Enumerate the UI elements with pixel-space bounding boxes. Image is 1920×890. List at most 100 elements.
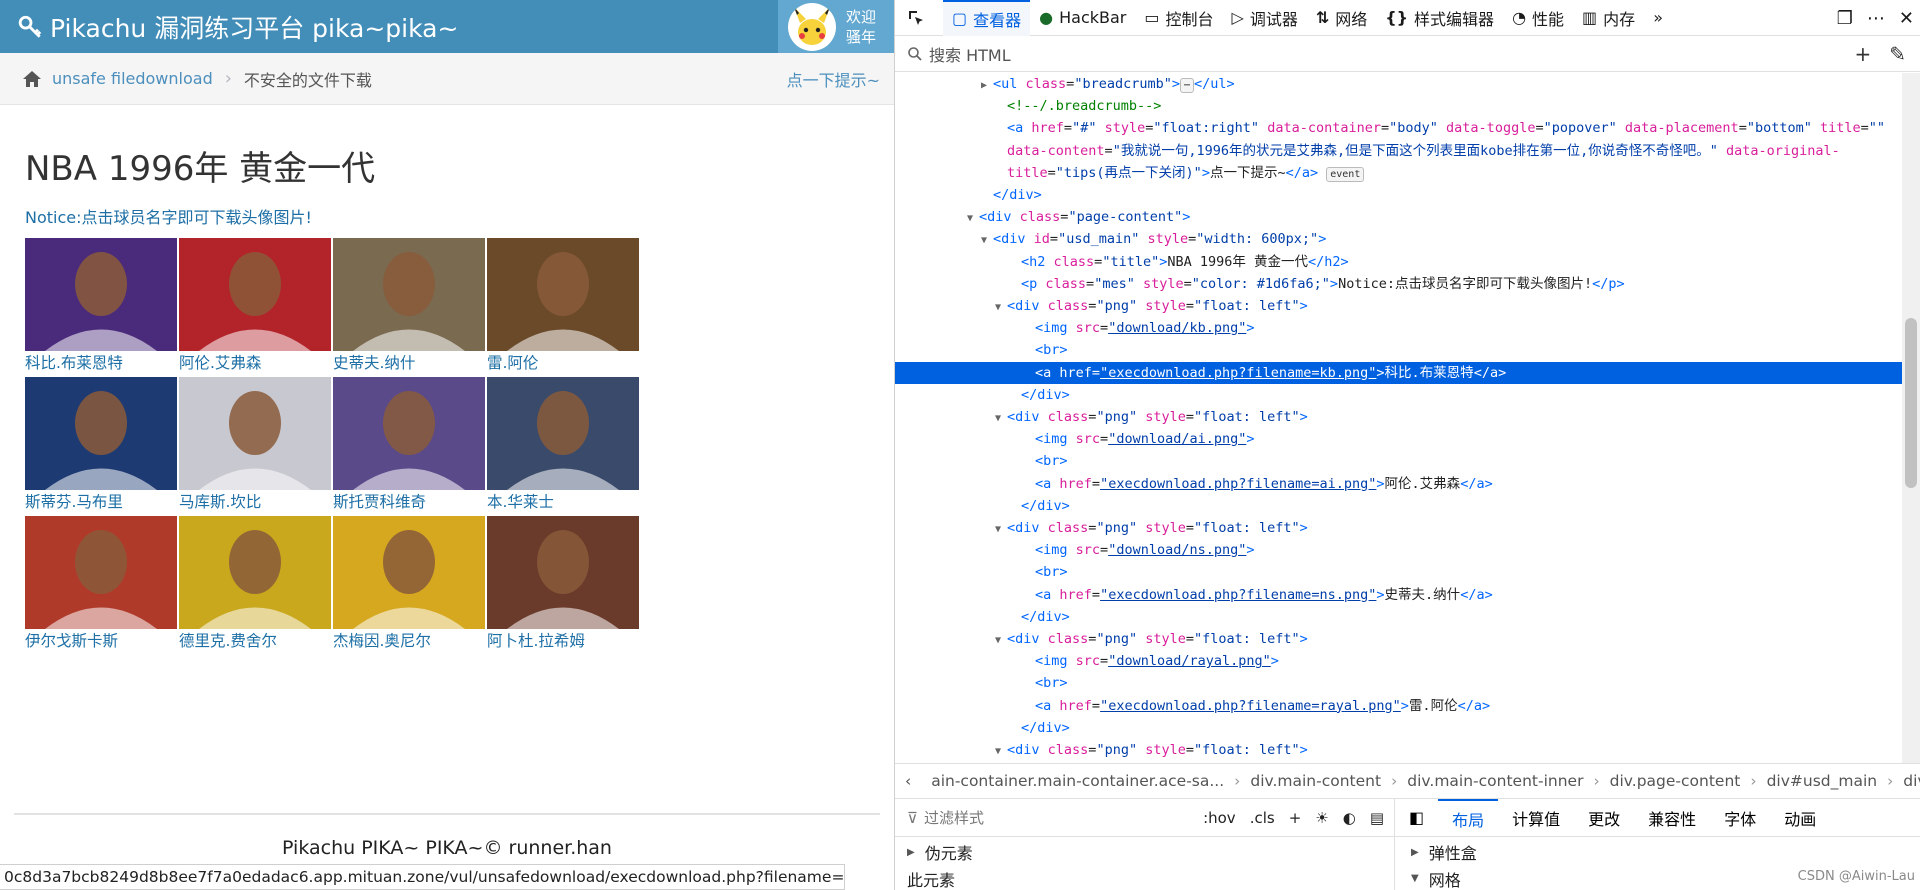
dock-icon[interactable]: ❐	[1837, 8, 1853, 29]
html-tree-node[interactable]: ▶ <ul class="breadcrumb"> ⋯ </ul>	[895, 73, 1903, 95]
style-filter[interactable]: ⊽ 过滤样式 :hov .cls + ☀ ◐ ▤	[895, 799, 1394, 837]
html-tree-node[interactable]: </div>	[895, 606, 1903, 628]
html-tree-node[interactable]: <a href="execdownload.php?filename=kb.pn…	[895, 361, 1903, 384]
expanded-triangle-icon[interactable]: ▼	[995, 519, 1007, 541]
tree-scrollbar[interactable]	[1902, 73, 1920, 763]
layout-tab[interactable]: 字体	[1710, 799, 1770, 837]
player-download-link[interactable]: 马库斯.坎比	[179, 490, 333, 515]
html-tree-node[interactable]: <br>	[895, 672, 1903, 694]
html-tree-node[interactable]: data-content="我就说一句,1996年的状元是艾弗森,但是下面这个列…	[895, 140, 1903, 162]
html-tree-node[interactable]: <img src="download/kb.png">	[895, 317, 1903, 339]
sidebar-toggle-icon[interactable]: ◧	[1395, 799, 1438, 837]
expanded-triangle-icon[interactable]: ▼	[995, 297, 1007, 319]
html-tree-node[interactable]: <h2 class="title">NBA 1996年 黄金一代</h2>	[895, 251, 1903, 273]
html-tree-node[interactable]: <img src="download/ai.png">	[895, 428, 1903, 450]
devtools-tab[interactable]: ● HackBar	[1030, 0, 1135, 36]
scrollbar-thumb[interactable]	[1905, 318, 1917, 488]
devtools-tab[interactable]: ◔ 性能	[1503, 0, 1573, 36]
player-download-link[interactable]: 雷.阿伦	[487, 351, 641, 376]
search-input[interactable]: 搜索 HTML	[929, 42, 1011, 66]
flexbox-row[interactable]: ▶ 弹性盒	[1395, 837, 1920, 867]
player-download-link[interactable]: 科比.布莱恩特	[25, 351, 179, 376]
player-download-link[interactable]: 杰梅因.奥尼尔	[333, 629, 487, 654]
collapsed-triangle-icon[interactable]: ▶	[981, 75, 993, 97]
this-element-row[interactable]: 此元素	[895, 867, 1394, 890]
devtools-tab[interactable]: ▭ 控制台	[1135, 0, 1222, 36]
html-tree-node[interactable]: title="tips(再点一下关闭)">点一下提示~</a> event	[895, 162, 1903, 184]
breadcrumb-link-unsafe-filedownload[interactable]: unsafe filedownload	[52, 69, 213, 88]
node-crumb[interactable]: ain-container.main-container.ace-sa...	[921, 772, 1234, 790]
devtools-tab[interactable]: {} 样式编辑器	[1376, 0, 1503, 36]
home-icon[interactable]	[22, 70, 42, 88]
eyedropper-icon[interactable]: ✎	[1889, 42, 1906, 66]
node-crumb[interactable]: div.main-content-inner	[1397, 772, 1593, 790]
add-rule-icon[interactable]: +	[1289, 809, 1302, 827]
expanded-triangle-icon[interactable]: ▼	[967, 208, 979, 230]
html-tree-node[interactable]: </div>	[895, 184, 1903, 206]
html-tree-node[interactable]: </div>	[895, 717, 1903, 739]
html-tree-node[interactable]: <a href="#" style="float:right" data-con…	[895, 117, 1903, 139]
html-tree-node[interactable]: <!--/.breadcrumb-->	[895, 95, 1903, 117]
brand[interactable]: Pikachu 漏洞练习平台 pika~pika~	[0, 9, 458, 45]
element-picker-button[interactable]	[895, 0, 943, 36]
cls-toggle[interactable]: .cls	[1250, 809, 1275, 827]
more-tabs-icon[interactable]: »	[1644, 0, 1672, 36]
expanded-triangle-icon[interactable]: ▼	[995, 741, 1007, 763]
html-tree-node[interactable]: <a href="execdownload.php?filename=ai.pn…	[895, 473, 1903, 495]
layout-tab[interactable]: 布局	[1438, 798, 1499, 837]
dark-theme-icon[interactable]: ◐	[1343, 809, 1356, 827]
html-tree-node[interactable]: ▼ <div class="png" style="float: left">	[895, 517, 1903, 539]
html-tree-node[interactable]: <br>	[895, 450, 1903, 472]
layout-tab[interactable]: 兼容性	[1634, 799, 1710, 837]
pseudo-elements-row[interactable]: ▶ 伪元素	[895, 837, 1394, 867]
devtools-tab[interactable]: ▥ 内存	[1573, 0, 1644, 36]
layout-tab[interactable]: 计算值	[1498, 799, 1574, 837]
player-download-link[interactable]: 阿卜杜.拉希姆	[487, 629, 641, 654]
html-search-bar[interactable]: 搜索 HTML + ✎	[895, 36, 1920, 72]
html-tree-node[interactable]: <a href="execdownload.php?filename=rayal…	[895, 695, 1903, 717]
html-tree-node[interactable]: ▼ <div class="png" style="float: left">	[895, 295, 1903, 317]
expanded-triangle-icon[interactable]: ▼	[995, 630, 1007, 652]
html-tree-node[interactable]: <p class="mes" style="color: #1d6fa6;">N…	[895, 273, 1903, 295]
add-node-icon[interactable]: +	[1854, 42, 1871, 66]
html-tree-node[interactable]: <a href="execdownload.php?filename=ns.pn…	[895, 584, 1903, 606]
user-menu[interactable]: 欢迎骚年	[778, 0, 894, 53]
hint-link[interactable]: 点一下提示~	[787, 67, 880, 91]
player-download-link[interactable]: 史蒂夫.纳什	[333, 351, 487, 376]
node-crumb[interactable]: div.page-content	[1600, 772, 1751, 790]
player-download-link[interactable]: 阿伦.艾弗森	[179, 351, 333, 376]
close-icon[interactable]: ✕	[1899, 8, 1914, 29]
player-download-link[interactable]: 伊尔戈斯卡斯	[25, 629, 179, 654]
light-theme-icon[interactable]: ☀	[1315, 809, 1328, 827]
html-tree-node[interactable]: <img src="download/rayal.png">	[895, 650, 1903, 672]
player-download-link[interactable]: 本.华莱士	[487, 490, 641, 515]
hov-toggle[interactable]: :hov	[1203, 809, 1236, 827]
player-download-link[interactable]: 德里克.费舍尔	[179, 629, 333, 654]
node-crumb[interactable]: div.main-content	[1240, 772, 1391, 790]
html-tree-node[interactable]: ▼ <div class="page-content">	[895, 206, 1903, 228]
html-tree-node[interactable]: ▼ <div class="png" style="float: left">	[895, 628, 1903, 650]
html-tree-node[interactable]: </div>	[895, 384, 1903, 406]
devtools-tab[interactable]: ▷ 调试器	[1223, 0, 1307, 36]
layout-tab[interactable]: 动画	[1770, 799, 1830, 837]
expanded-triangle-icon[interactable]: ▼	[995, 408, 1007, 430]
html-tree-node[interactable]: ▼ <div class="png" style="float: left">	[895, 406, 1903, 428]
player-download-link[interactable]: 斯托贾科维奇	[333, 490, 487, 515]
html-tree-node[interactable]: ▼ <div id="usd_main" style="width: 600px;…	[895, 228, 1903, 250]
devtools-tab[interactable]: ⇅ 网络	[1307, 0, 1376, 36]
node-crumb[interactable]: div.png	[1893, 772, 1920, 790]
layout-tab[interactable]: 更改	[1574, 799, 1634, 837]
html-tree-node[interactable]: ▼ <div class="png" style="float: left">	[895, 739, 1903, 761]
print-media-icon[interactable]: ▤	[1370, 809, 1384, 827]
node-crumb[interactable]: div#usd_main	[1757, 772, 1888, 790]
chevron-left-icon[interactable]: ‹	[895, 772, 921, 790]
more-options-icon[interactable]: ⋯	[1867, 8, 1885, 29]
filter-input[interactable]: 过滤样式	[924, 807, 984, 828]
html-tree-node[interactable]: <img src="download/ns.png">	[895, 539, 1903, 561]
player-download-link[interactable]: 斯蒂芬.马布里	[25, 490, 179, 515]
html-tree-node[interactable]: <br>	[895, 561, 1903, 583]
expanded-triangle-icon[interactable]: ▼	[981, 230, 993, 252]
html-tree-node[interactable]: <br>	[895, 339, 1903, 361]
html-tree-node[interactable]: </div>	[895, 495, 1903, 517]
devtools-tab[interactable]: ▢ 查看器	[943, 0, 1031, 36]
